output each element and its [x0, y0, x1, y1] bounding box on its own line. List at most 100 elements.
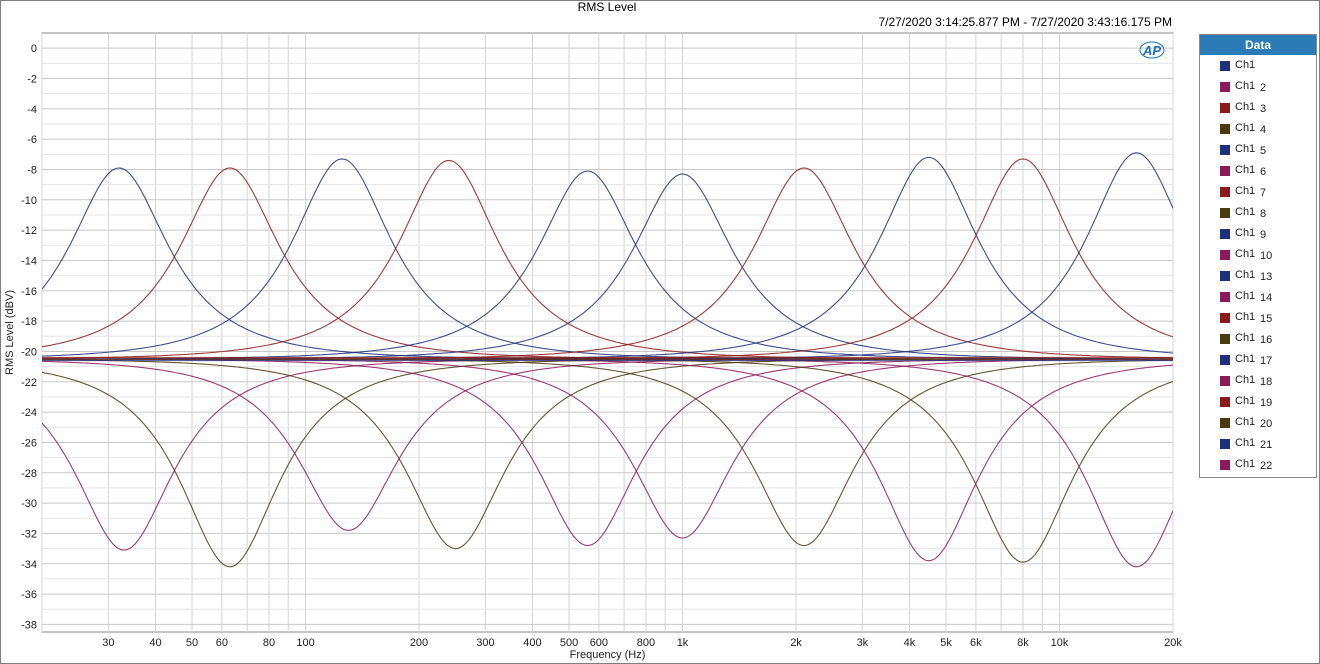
legend-item[interactable]: Ch1 3 — [1200, 98, 1316, 119]
legend-swatch — [1220, 418, 1230, 428]
y-tick-label: -30 — [21, 498, 37, 510]
legend-swatch — [1220, 187, 1230, 197]
y-tick-label: -8 — [27, 164, 37, 176]
x-tick-label: 100 — [296, 637, 314, 649]
legend-label: Ch1 — [1235, 332, 1256, 344]
legend-label: Ch1 — [1235, 143, 1256, 155]
legend-item[interactable]: Ch1 13 — [1200, 266, 1316, 287]
legend-label: Ch1 — [1235, 290, 1256, 302]
legend-item[interactable]: Ch1 — [1200, 56, 1316, 77]
y-tick-label: -38 — [21, 619, 37, 631]
y-tick-label: -36 — [21, 589, 37, 601]
x-axis-label: Frequency (Hz) — [570, 649, 646, 661]
legend-number: 6 — [1260, 166, 1267, 178]
legend-label: Ch1 — [1235, 227, 1256, 239]
legend-item[interactable]: Ch1 16 — [1200, 329, 1316, 350]
x-tick-label: 5k — [940, 637, 952, 649]
y-tick-label: -14 — [21, 255, 37, 267]
legend-item[interactable]: Ch1 18 — [1200, 371, 1316, 392]
y-tick-label: -10 — [21, 195, 37, 207]
legend-swatch — [1220, 292, 1230, 302]
y-tick-label: -12 — [21, 225, 37, 237]
y-tick-label: -28 — [21, 468, 37, 480]
x-tick-label: 800 — [637, 637, 655, 649]
legend-item[interactable]: Ch1 22 — [1200, 455, 1316, 476]
legend-item[interactable]: Ch1 4 — [1200, 119, 1316, 140]
x-tick-label: 50 — [186, 637, 198, 649]
legend-swatch — [1220, 376, 1230, 386]
legend-label: Ch1 — [1235, 437, 1256, 449]
y-tick-label: -18 — [21, 316, 37, 328]
y-tick-label: -20 — [21, 346, 37, 358]
legend-number: 15 — [1260, 313, 1273, 325]
legend-item[interactable]: Ch1 21 — [1200, 434, 1316, 455]
x-tick-label: 40 — [149, 637, 161, 649]
legend-number: 14 — [1260, 292, 1273, 304]
legend-swatch — [1220, 103, 1230, 113]
legend-label: Ch1 — [1235, 311, 1256, 323]
y-tick-label: -24 — [21, 407, 37, 419]
legend-swatch — [1220, 271, 1230, 281]
legend-swatch — [1220, 208, 1230, 218]
legend-item[interactable]: Ch1 7 — [1200, 182, 1316, 203]
legend-swatch — [1220, 313, 1230, 323]
legend-item[interactable]: Ch1 17 — [1200, 350, 1316, 371]
legend-label: Ch1 — [1235, 206, 1256, 218]
legend-item[interactable]: Ch1 20 — [1200, 413, 1316, 434]
legend-swatch — [1220, 124, 1230, 134]
legend-swatch — [1220, 460, 1230, 470]
y-tick-label: 0 — [31, 43, 37, 55]
legend-swatch — [1220, 334, 1230, 344]
legend-item[interactable]: Ch1 2 — [1200, 77, 1316, 98]
legend-swatch — [1220, 229, 1230, 239]
legend-swatch — [1220, 166, 1230, 176]
legend-item[interactable]: Ch1 19 — [1200, 392, 1316, 413]
legend-swatch — [1220, 355, 1230, 365]
x-tick-label: 2k — [790, 637, 802, 649]
legend-label: Ch1 — [1235, 353, 1256, 365]
legend-number: 22 — [1260, 460, 1273, 472]
legend-label: Ch1 — [1235, 458, 1256, 470]
legend-item[interactable]: Ch1 5 — [1200, 140, 1316, 161]
legend-number: 20 — [1260, 418, 1273, 430]
legend-number: 19 — [1260, 397, 1273, 409]
legend-item[interactable]: Ch1 10 — [1200, 245, 1316, 266]
x-tick-label: 20k — [1164, 637, 1182, 649]
y-tick-label: -6 — [27, 134, 37, 146]
y-axis-label: RMS Level (dBV) — [4, 290, 16, 375]
legend-number: 18 — [1260, 376, 1273, 388]
y-tick-label: -34 — [21, 559, 37, 571]
x-tick-label: 600 — [590, 637, 608, 649]
x-tick-label: 200 — [410, 637, 428, 649]
legend-number: 5 — [1260, 145, 1267, 157]
legend-number: 2 — [1260, 82, 1267, 94]
legend-item[interactable]: Ch1 9 — [1200, 224, 1316, 245]
legend-label: Ch1 — [1235, 269, 1256, 281]
legend-label: Ch1 — [1235, 80, 1256, 92]
legend-number: 17 — [1260, 355, 1273, 367]
legend-label: Ch1 — [1235, 122, 1256, 134]
legend-panel[interactable]: Data Ch1 Ch1 2 Ch1 3 Ch1 4 Ch1 5 Ch1 6 Ch1 7 Ch1 8 Ch1 9… — [1199, 34, 1317, 478]
legend-item[interactable]: Ch1 6 — [1200, 161, 1316, 182]
y-tick-label: -22 — [21, 377, 37, 389]
legend-item[interactable]: Ch1 8 — [1200, 203, 1316, 224]
y-tick-label: -26 — [21, 437, 37, 449]
x-tick-label: 3k — [857, 637, 869, 649]
legend-swatch — [1220, 61, 1230, 71]
legend-label: Ch1 — [1235, 416, 1256, 428]
legend-list: Ch1 Ch1 2 Ch1 3 Ch1 4 Ch1 5 Ch1 6 Ch1 7 Ch1 8 Ch1 9 Ch1 10… — [1200, 55, 1316, 476]
plot-area: 0 -2 -4 -6 -8 -10 -12 -14 -16 -18 -20 -22 -24 -26 -28 -… — [4, 32, 1182, 661]
x-tick-label: 300 — [476, 637, 494, 649]
x-tick-label: 80 — [263, 637, 275, 649]
legend-item[interactable]: Ch1 15 — [1200, 308, 1316, 329]
y-tick-label: -32 — [21, 528, 37, 540]
y-tick-label: -2 — [27, 73, 37, 85]
x-tick-label: 30 — [102, 637, 114, 649]
legend-label: Ch1 — [1235, 395, 1256, 407]
legend-swatch — [1220, 439, 1230, 449]
legend-header[interactable]: Data — [1200, 35, 1316, 55]
x-tick-label: 400 — [523, 637, 541, 649]
legend-item[interactable]: Ch1 14 — [1200, 287, 1316, 308]
legend-swatch — [1220, 145, 1230, 155]
legend-label: Ch1 — [1235, 164, 1256, 176]
